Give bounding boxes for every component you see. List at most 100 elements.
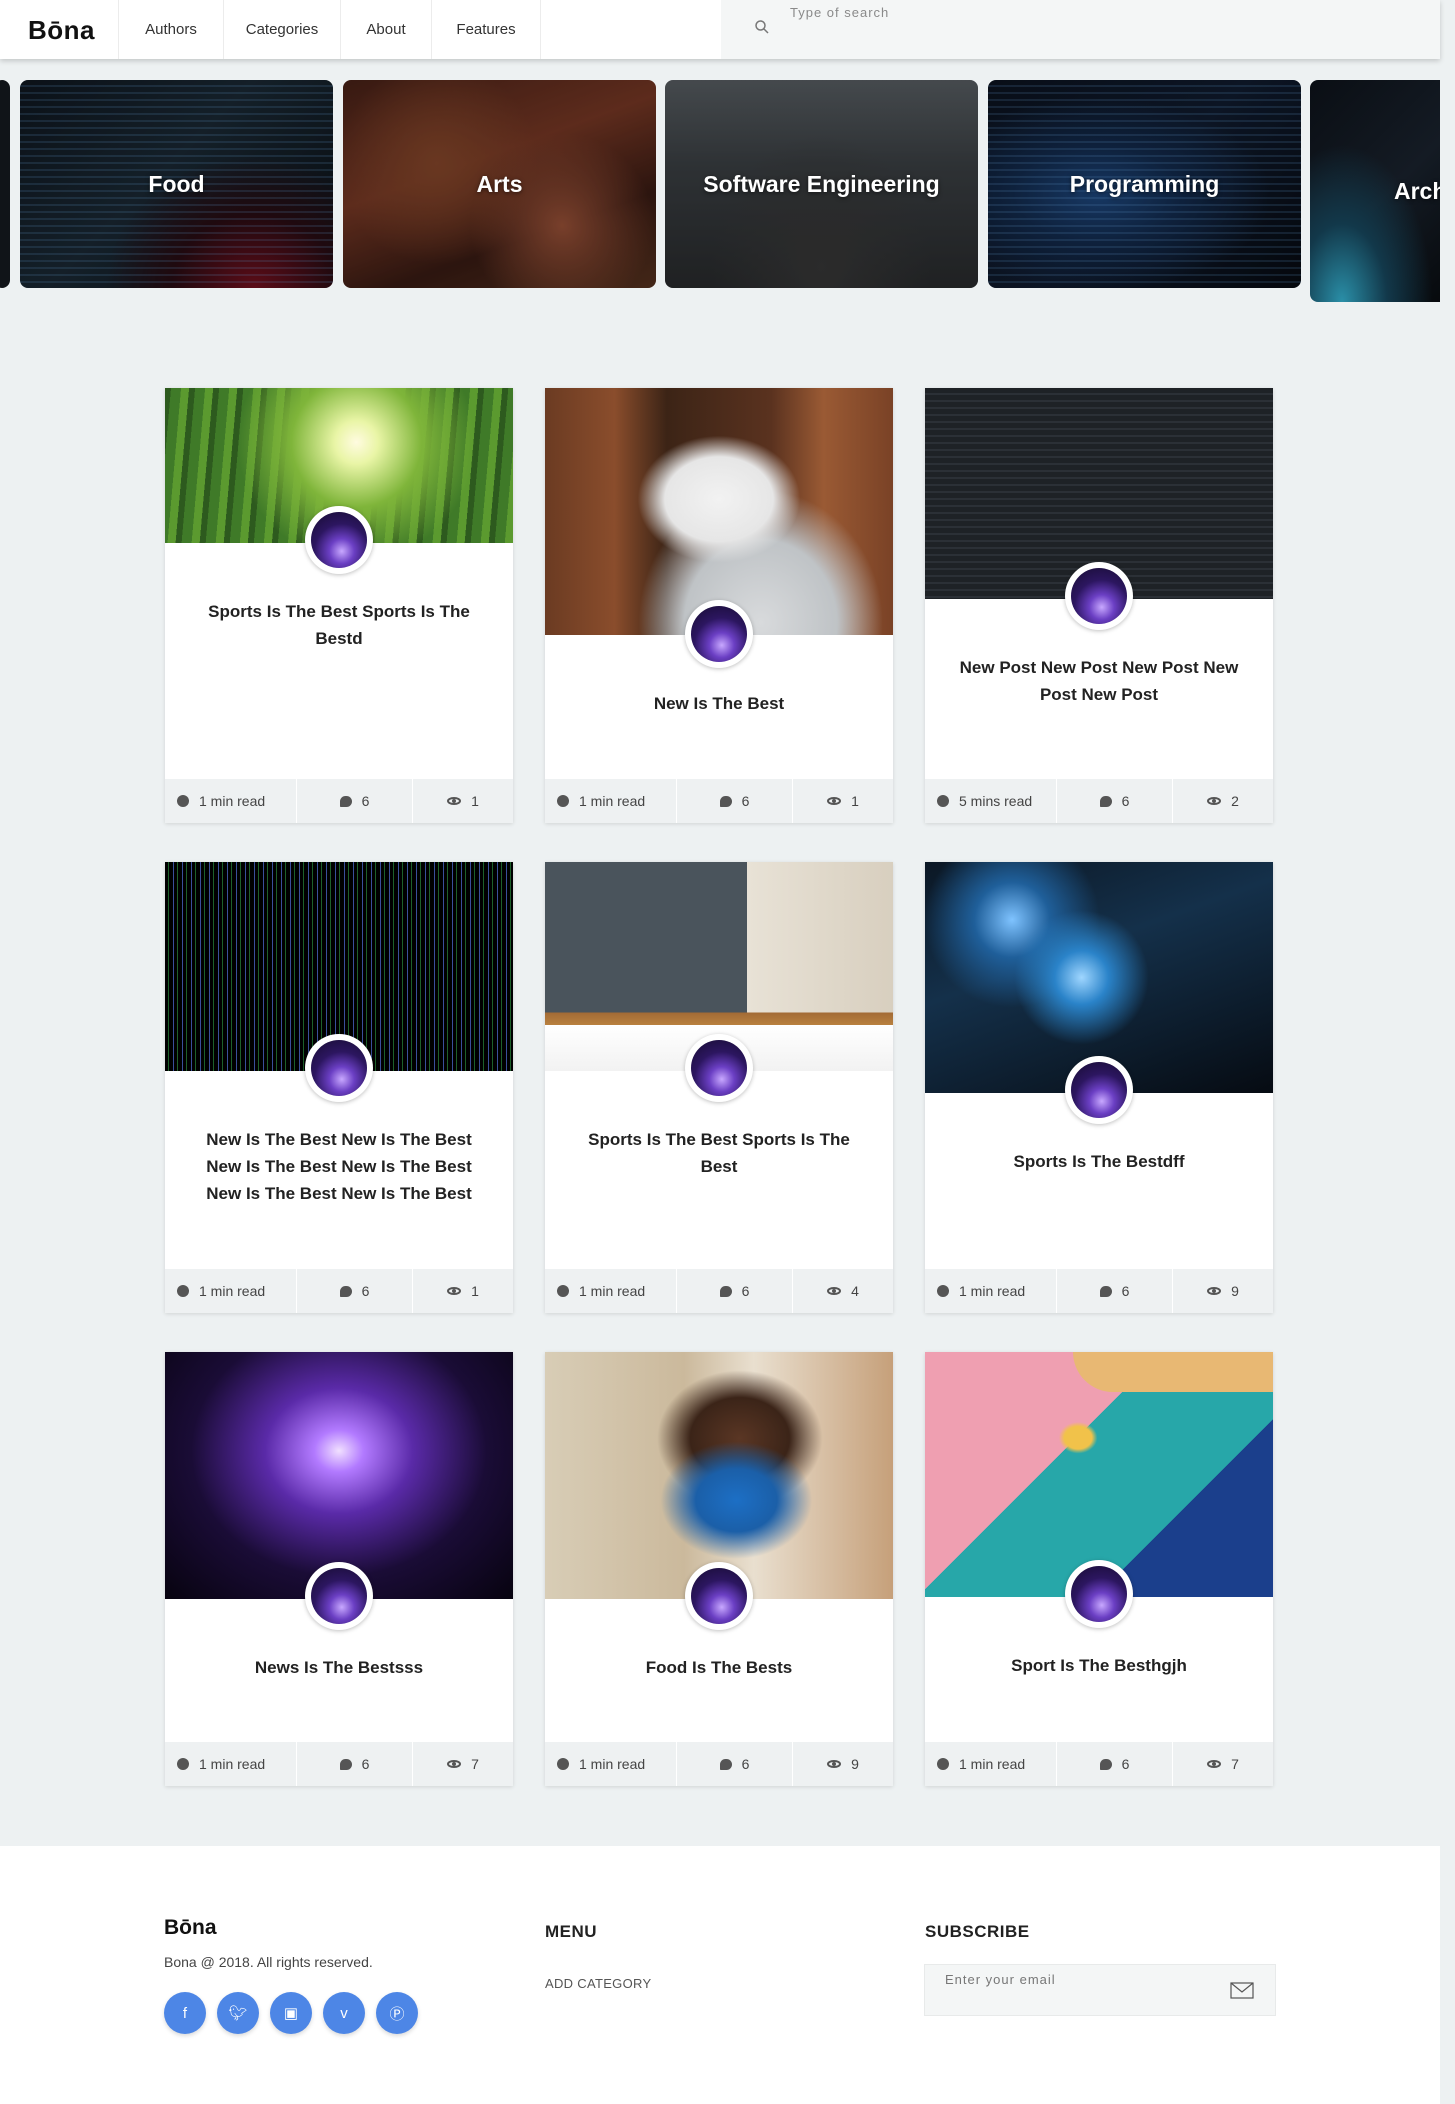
clock-icon	[177, 795, 189, 807]
category-label: Programming	[1069, 170, 1220, 197]
read-time: 1 min read	[199, 1283, 266, 1299]
comment-count: 6	[741, 1283, 750, 1299]
comment-icon	[719, 1758, 732, 1770]
post-title[interactable]: News Is The Bestsss	[195, 1654, 483, 1681]
view-count: 2	[1231, 793, 1239, 809]
author-avatar[interactable]	[305, 1562, 373, 1630]
post-stats: 1 min read 6 4	[545, 1269, 893, 1313]
comment-count: 6	[1121, 1283, 1130, 1299]
post-title[interactable]: Sports Is The Bestdff	[955, 1148, 1243, 1175]
instagram-icon[interactable]: ▣	[270, 1992, 312, 2034]
post-card[interactable]: New Is The Best New Is The Best New Is T…	[165, 862, 513, 1313]
post-card[interactable]: New Post New Post New Post New Post New …	[925, 388, 1273, 823]
read-time: 1 min read	[199, 1756, 266, 1772]
clock-icon	[557, 1285, 569, 1297]
author-avatar[interactable]	[1065, 562, 1133, 630]
pinterest-icon[interactable]: Ⓟ	[376, 1992, 418, 2034]
read-time: 1 min read	[579, 793, 646, 809]
author-avatar[interactable]	[685, 1562, 753, 1630]
post-stats: 1 min read 6 1	[165, 779, 513, 823]
category-card-programming[interactable]: Programming	[988, 80, 1301, 288]
social-links: f 🐦︎ ▣ v Ⓟ	[164, 1992, 429, 2034]
top-navbar: Bōna Authors Categories About Features	[0, 0, 1440, 59]
search-icon[interactable]	[754, 19, 770, 35]
category-card-partial[interactable]	[0, 80, 10, 288]
vimeo-icon[interactable]: v	[323, 1992, 365, 2034]
post-card[interactable]: Sport Is The Besthgjh 1 min read 6 7	[925, 1352, 1273, 1786]
read-time: 5 mins read	[959, 793, 1033, 809]
comment-icon	[1099, 795, 1112, 807]
facebook-icon[interactable]: f	[164, 1992, 206, 2034]
copyright-text: Bona @ 2018. All rights reserved.	[164, 1954, 373, 1970]
author-avatar[interactable]	[685, 1034, 753, 1102]
subscribe-heading: SUBSCRIBE	[925, 1922, 1030, 1941]
category-label: Arts	[476, 170, 523, 197]
view-count: 7	[471, 1756, 479, 1772]
read-time: 1 min read	[959, 1756, 1026, 1772]
read-time: 1 min read	[579, 1756, 646, 1772]
category-card-software-engineering[interactable]: Software Engineering	[665, 80, 978, 288]
post-card[interactable]: New Is The Best 1 min read 6 1	[545, 388, 893, 823]
comment-count: 6	[741, 793, 750, 809]
category-card-arch[interactable]: Arch	[1310, 80, 1440, 302]
read-time: 1 min read	[199, 793, 266, 809]
clock-icon	[937, 795, 949, 807]
email-field[interactable]	[945, 1965, 1215, 1993]
view-count: 1	[471, 793, 479, 809]
post-card[interactable]: Sports Is The Bestdff 1 min read 6 9	[925, 862, 1273, 1313]
eye-icon	[827, 797, 842, 805]
nav-categories[interactable]: Categories	[224, 0, 341, 59]
post-card[interactable]: News Is The Bestsss 1 min read 6 7	[165, 1352, 513, 1786]
post-title[interactable]: Sports Is The Best Sports Is The Bestd	[195, 598, 483, 652]
eye-icon	[447, 1760, 462, 1768]
eye-icon	[447, 797, 462, 805]
nav-features[interactable]: Features	[432, 0, 541, 59]
read-time: 1 min read	[579, 1283, 646, 1299]
category-label: Software Engineering	[703, 170, 940, 197]
search-input[interactable]	[790, 0, 1390, 24]
view-count: 1	[471, 1283, 479, 1299]
view-count: 1	[851, 793, 859, 809]
add-category-link[interactable]: ADD CATEGORY	[545, 1976, 651, 1991]
twitter-icon[interactable]: 🐦︎	[217, 1992, 259, 2034]
eye-icon	[1207, 1760, 1222, 1768]
post-title[interactable]: New Is The Best	[575, 690, 863, 717]
nav-about[interactable]: About	[341, 0, 432, 59]
site-logo[interactable]: Bōna	[28, 15, 95, 46]
main-nav: Authors Categories About Features	[118, 0, 541, 59]
category-card-food[interactable]: Food	[20, 80, 333, 288]
author-avatar[interactable]	[1065, 1560, 1133, 1628]
post-title[interactable]: Sports Is The Best Sports Is The Best	[575, 1126, 863, 1180]
post-card[interactable]: Sports Is The Best Sports Is The Best 1 …	[545, 862, 893, 1313]
post-title[interactable]: Food Is The Bests	[575, 1654, 863, 1681]
comment-icon	[339, 1285, 352, 1297]
post-title[interactable]: New Post New Post New Post New Post New …	[955, 654, 1243, 708]
nav-authors[interactable]: Authors	[119, 0, 224, 59]
author-avatar[interactable]	[305, 506, 373, 574]
subscribe-form	[924, 1964, 1276, 2016]
category-card-arts[interactable]: Arts	[343, 80, 656, 288]
view-count: 7	[1231, 1756, 1239, 1772]
footer-logo[interactable]: Bōna	[164, 1916, 217, 1940]
clock-icon	[557, 1758, 569, 1770]
eye-icon	[827, 1287, 842, 1295]
search-bar	[721, 0, 1440, 59]
comment-count: 6	[361, 793, 370, 809]
mail-icon[interactable]	[1230, 1982, 1254, 1999]
eye-icon	[827, 1760, 842, 1768]
author-avatar[interactable]	[305, 1034, 373, 1102]
footer-menu-heading: MENU	[545, 1922, 598, 1941]
clock-icon	[177, 1758, 189, 1770]
post-title[interactable]: New Is The Best New Is The Best New Is T…	[195, 1126, 483, 1207]
author-avatar[interactable]	[1065, 1056, 1133, 1124]
eye-icon	[447, 1287, 462, 1295]
author-avatar[interactable]	[685, 600, 753, 668]
post-card[interactable]: Sports Is The Best Sports Is The Bestd 1…	[165, 388, 513, 823]
post-card[interactable]: Food Is The Bests 1 min read 6 9	[545, 1352, 893, 1786]
post-title[interactable]: Sport Is The Besthgjh	[955, 1652, 1243, 1679]
comment-count: 6	[361, 1283, 370, 1299]
clock-icon	[557, 795, 569, 807]
view-count: 9	[1231, 1283, 1239, 1299]
category-label: Food	[148, 170, 205, 197]
comment-icon	[719, 795, 732, 807]
